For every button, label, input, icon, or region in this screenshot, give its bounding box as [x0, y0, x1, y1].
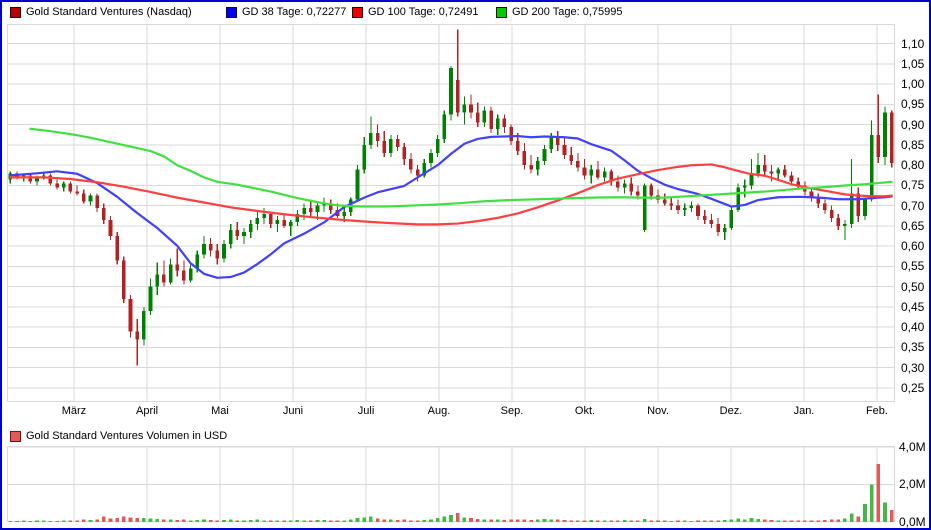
- month-label-März: März: [62, 405, 86, 418]
- legend-swatch-icon: [226, 7, 237, 18]
- price-chart-plot: [7, 24, 895, 402]
- price-y-tick-label: 0,50: [901, 280, 924, 294]
- price-y-tick-label: 0,55: [901, 259, 924, 273]
- legend-swatch-icon: [10, 7, 21, 18]
- month-label-Mai: Mai: [211, 405, 229, 418]
- price-y-tick-label: 0,85: [901, 138, 924, 152]
- price-y-tick-label: 0,25: [901, 381, 924, 395]
- price-y-tick-label: 1,00: [901, 77, 924, 91]
- legend-label: GD 200 Tage: 0,75995: [512, 6, 623, 18]
- month-label-Juni: Juni: [283, 405, 303, 418]
- month-label-April: April: [136, 405, 158, 418]
- month-label-Aug: Aug.: [428, 405, 451, 418]
- legend-label: Gold Standard Ventures (Nasdaq): [26, 6, 192, 18]
- month-label-Juli: Juli: [358, 405, 375, 418]
- month-label-Nov: Nov.: [647, 405, 669, 418]
- legend-item-2: GD 100 Tage: 0,72491: [352, 6, 479, 18]
- legend-item-0: Gold Standard Ventures (Nasdaq): [10, 6, 192, 18]
- month-label-Jan: Jan.: [794, 405, 815, 418]
- legend-swatch-icon: [496, 7, 507, 18]
- legend-label: GD 100 Tage: 0,72491: [368, 6, 479, 18]
- price-y-tick-label: 0,65: [901, 219, 924, 233]
- price-y-tick-label: 0,90: [901, 118, 924, 132]
- price-y-tick-label: 0,95: [901, 97, 924, 111]
- legend-label: GD 38 Tage: 0,72277: [242, 6, 346, 18]
- month-label-Okt: Okt.: [575, 405, 595, 418]
- volume-y-tick-label: 0,0M: [899, 515, 926, 529]
- legend-swatch-icon: [352, 7, 363, 18]
- volume-y-tick-label: 4,0M: [899, 440, 926, 454]
- volume-legend-item: Gold Standard Ventures Volumen in USD: [10, 430, 227, 442]
- price-y-tick-label: 0,30: [901, 361, 924, 375]
- price-y-tick-label: 0,80: [901, 158, 924, 172]
- stock-chart-frame: Gold Standard Ventures (Nasdaq) GD 38 Tag…: [0, 0, 931, 530]
- volume-chart-plot: [7, 446, 895, 522]
- price-y-tick-label: 0,35: [901, 340, 924, 354]
- volume-legend-swatch-icon: [10, 431, 21, 442]
- legend-item-3: GD 200 Tage: 0,75995: [496, 6, 623, 18]
- price-y-tick-label: 0,60: [901, 239, 924, 253]
- month-label-Sep: Sep.: [501, 405, 524, 418]
- month-label-Dez: Dez.: [720, 405, 743, 418]
- volume-chart-legend: Gold Standard Ventures Volumen in USD: [2, 426, 929, 446]
- price-y-tick-label: 1,10: [901, 37, 924, 51]
- price-y-tick-label: 0,70: [901, 199, 924, 213]
- price-chart-legend: Gold Standard Ventures (Nasdaq) GD 38 Tag…: [2, 2, 929, 22]
- legend-item-1: GD 38 Tage: 0,72277: [226, 6, 346, 18]
- price-y-tick-label: 0,75: [901, 178, 924, 192]
- price-y-tick-label: 0,45: [901, 300, 924, 314]
- price-y-tick-label: 1,05: [901, 57, 924, 71]
- price-y-tick-label: 0,40: [901, 320, 924, 334]
- month-label-Feb: Feb.: [866, 405, 888, 418]
- volume-legend-label: Gold Standard Ventures Volumen in USD: [26, 430, 227, 442]
- volume-y-tick-label: 2,0M: [899, 477, 926, 491]
